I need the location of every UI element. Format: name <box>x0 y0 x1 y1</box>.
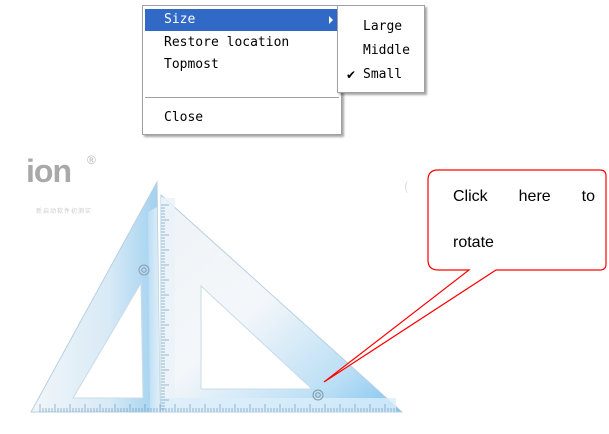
callout-word: here <box>518 188 551 205</box>
menu-item-close[interactable]: Close <box>145 107 339 129</box>
callout-text-line1: Click here to <box>453 187 595 207</box>
submenu-item-label: Large <box>363 19 403 34</box>
right-set-square[interactable] <box>160 193 404 413</box>
menu-item-topmost[interactable]: Topmost <box>145 54 339 76</box>
context-menu: Size Restore location Topmost Close <box>142 5 342 135</box>
submenu-arrow-icon <box>329 16 333 24</box>
submenu-item-label: Small <box>363 67 403 82</box>
callout-word: Click <box>453 188 488 205</box>
submenu-item-large[interactable]: Large <box>340 16 422 38</box>
check-icon: ✔ <box>346 68 357 82</box>
left-set-square[interactable] <box>30 180 161 413</box>
callout-text-line2: rotate <box>453 234 494 251</box>
menu-item-label: Restore location <box>164 35 290 50</box>
submenu-item-middle[interactable]: Middle <box>340 40 422 62</box>
callout-word: to <box>581 188 595 205</box>
submenu-item-label: Middle <box>363 43 410 58</box>
menu-item-restore-location[interactable]: Restore location <box>145 32 339 54</box>
submenu-item-small[interactable]: ✔ Small <box>340 64 422 86</box>
menu-item-label: Topmost <box>164 57 219 72</box>
menu-item-label: Size <box>164 12 196 27</box>
size-submenu: Large Middle ✔ Small <box>337 5 425 93</box>
menu-separator <box>145 97 339 99</box>
menu-item-label: Close <box>164 110 204 125</box>
menu-item-size[interactable]: Size <box>145 9 339 31</box>
